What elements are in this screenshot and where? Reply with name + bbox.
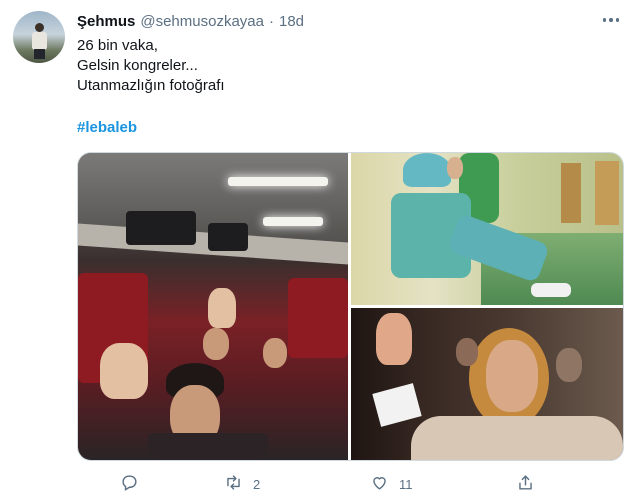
raised-hand (100, 343, 148, 399)
like-count: 11 (399, 476, 413, 492)
background-person (556, 348, 582, 382)
avatar-figure-legs (34, 49, 45, 59)
reply-button[interactable] (120, 470, 149, 498)
separator-dot: · (268, 12, 274, 30)
retweet-count: 2 (253, 476, 261, 492)
doctor-hand (447, 157, 463, 179)
luggage-bag (126, 211, 196, 245)
bus-seat (288, 278, 348, 358)
corridor-door (595, 161, 619, 225)
retweet-icon (224, 473, 243, 495)
passenger-face (263, 338, 287, 368)
media-grid (77, 152, 624, 461)
like-button[interactable]: 11 (370, 470, 413, 498)
passenger-face (203, 328, 229, 360)
avatar-figure-head (35, 23, 44, 32)
share-icon (516, 473, 535, 495)
tweet-header: Şehmus @sehmusozkayaa · 18d (77, 11, 304, 31)
author-handle[interactable]: @sehmusozkayaa (140, 13, 264, 30)
woman-sweater (411, 416, 623, 460)
heart-icon (370, 473, 389, 495)
reply-icon (120, 473, 139, 495)
hashtag-link[interactable]: #lebaleb (77, 119, 137, 136)
media-image-doctor[interactable] (351, 153, 623, 305)
napkin (372, 383, 422, 427)
share-button[interactable] (516, 470, 545, 498)
media-image-bus-crowd[interactable] (78, 153, 348, 460)
ceiling-light (263, 217, 323, 226)
tweet-text-line: 26 bin vaka, (77, 37, 158, 54)
media-image-dancing[interactable] (351, 308, 623, 460)
tweet-text-line: Utanmazlığın fotoğrafı (77, 77, 225, 94)
raised-hand (208, 288, 236, 328)
tweet-text-line: Gelsin kongreler... (77, 57, 198, 74)
ceiling-light (228, 177, 328, 186)
passenger-jacket (148, 433, 268, 460)
luggage-bag (208, 223, 248, 251)
avatar[interactable] (13, 11, 65, 63)
avatar-figure-body (32, 32, 47, 50)
retweet-button[interactable]: 2 (224, 470, 260, 498)
author-display-name[interactable]: Şehmus (77, 13, 135, 30)
tweet-text: 26 bin vaka, Gelsin kongreler... Utanmaz… (77, 36, 225, 96)
woman-face (486, 340, 538, 412)
corridor-door (561, 163, 581, 223)
tweet-timestamp[interactable]: 18d (279, 13, 304, 30)
tweet-actions: 2 11 (0, 470, 635, 498)
surgical-cap (403, 153, 451, 187)
more-options-icon[interactable] (597, 9, 625, 31)
background-person (456, 338, 478, 366)
doctor-shoe (531, 283, 571, 297)
raised-hand (376, 313, 412, 365)
